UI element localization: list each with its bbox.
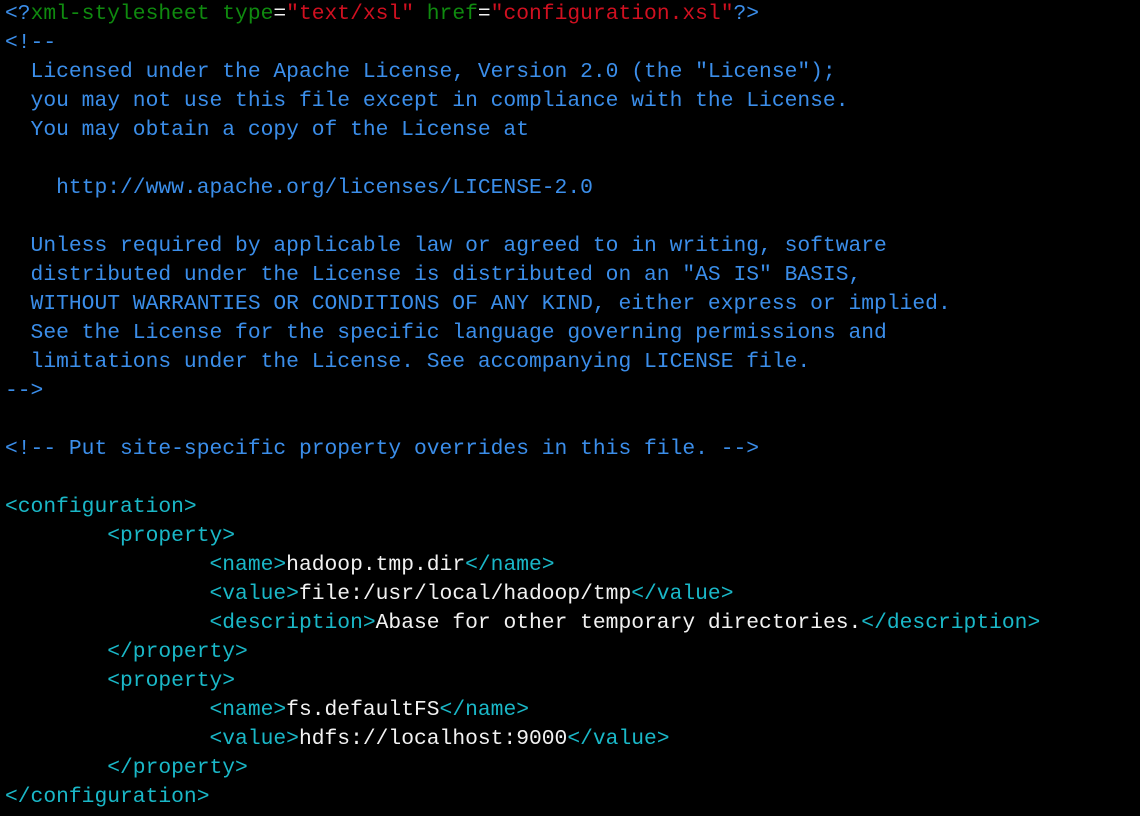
code-line: <?xml-stylesheet type="text/xsl" href="c… xyxy=(5,0,1140,29)
code-token-comment: You may obtain a copy of the License at xyxy=(5,118,529,142)
code-line: <property> xyxy=(5,522,1140,551)
code-line: <name>hadoop.tmp.dir</name> xyxy=(5,551,1140,580)
code-token-comment: <? xyxy=(5,2,31,26)
code-line: Unless required by applicable law or agr… xyxy=(5,232,1140,261)
code-token-tag: </description> xyxy=(861,611,1041,635)
code-line: <configuration> xyxy=(5,493,1140,522)
code-line: distributed under the License is distrib… xyxy=(5,261,1140,290)
code-line: </property> xyxy=(5,754,1140,783)
code-token-text: = xyxy=(273,2,287,26)
code-line: you may not use this file except in comp… xyxy=(5,87,1140,116)
code-line: <!-- xyxy=(5,29,1140,58)
code-token-tag: <name> xyxy=(5,698,287,722)
code-line: <property> xyxy=(5,667,1140,696)
code-token-comment: <!-- xyxy=(5,31,57,55)
code-token-pi: xml-stylesheet type xyxy=(30,2,274,26)
code-token-comment: WITHOUT WARRANTIES OR CONDITIONS OF ANY … xyxy=(5,292,951,316)
code-token-comment: <!-- Put site-specific property override… xyxy=(5,437,760,461)
code-token-text: hdfs://localhost:9000 xyxy=(298,727,568,751)
code-token-comment: Licensed under the Apache License, Versi… xyxy=(5,60,836,84)
code-token-comment: ?> xyxy=(733,2,760,26)
code-token-comment: http://www.apache.org/licenses/LICENSE-2… xyxy=(5,176,593,200)
code-token-comment: limitations under the License. See accom… xyxy=(5,350,811,374)
code-token-tag: </name> xyxy=(465,553,555,577)
code-token-tag: <value> xyxy=(5,727,299,751)
code-token-tag: </property> xyxy=(5,756,248,780)
code-token-tag: </configuration> xyxy=(5,785,210,809)
code-line: http://www.apache.org/licenses/LICENSE-2… xyxy=(5,174,1140,203)
code-token-comment: --> xyxy=(5,379,44,403)
code-token-pi: href xyxy=(413,2,478,26)
code-token-comment: you may not use this file except in comp… xyxy=(5,89,849,113)
code-line: <value>file:/usr/local/hadoop/tmp</value… xyxy=(5,580,1140,609)
code-token-tag: </value> xyxy=(567,727,670,751)
code-token-tag: <configuration> xyxy=(5,495,197,519)
code-line: See the License for the specific languag… xyxy=(5,319,1140,348)
code-line: </configuration> xyxy=(5,783,1140,812)
code-token-str: "configuration.xsl" xyxy=(490,2,734,26)
code-token-tag: <value> xyxy=(5,582,299,606)
code-token-comment: Unless required by applicable law or agr… xyxy=(5,234,887,258)
code-token-tag: </property> xyxy=(5,640,248,664)
code-line: <name>fs.defaultFS</name> xyxy=(5,696,1140,725)
code-token-tag: <name> xyxy=(5,553,287,577)
code-token-tag: <description> xyxy=(5,611,376,635)
code-token-text: hadoop.tmp.dir xyxy=(286,553,466,577)
code-token-text: fs.defaultFS xyxy=(286,698,440,722)
code-token-str: "text/xsl" xyxy=(286,2,414,26)
code-line: <description>Abase for other temporary d… xyxy=(5,609,1140,638)
code-line: WITHOUT WARRANTIES OR CONDITIONS OF ANY … xyxy=(5,290,1140,319)
code-token-tag: </name> xyxy=(439,698,530,722)
code-line: You may obtain a copy of the License at xyxy=(5,116,1140,145)
code-line: Licensed under the Apache License, Versi… xyxy=(5,58,1140,87)
code-line: </property> xyxy=(5,638,1140,667)
terminal-editor[interactable]: <?xml-stylesheet type="text/xsl" href="c… xyxy=(0,0,1140,812)
code-token-text: file:/usr/local/hadoop/tmp xyxy=(298,582,632,606)
code-line: <!-- Put site-specific property override… xyxy=(5,435,1140,464)
code-token-comment: See the License for the specific languag… xyxy=(5,321,887,345)
code-token-comment: distributed under the License is distrib… xyxy=(5,263,862,287)
code-token-text: = xyxy=(477,2,491,26)
code-token-tag: </value> xyxy=(631,582,734,606)
code-line: --> xyxy=(5,377,1140,406)
code-token-text: Abase for other temporary directories. xyxy=(375,611,862,635)
code-token-tag: <property> xyxy=(5,669,236,693)
code-line: <value>hdfs://localhost:9000</value> xyxy=(5,725,1140,754)
code-token-tag: <property> xyxy=(5,524,236,548)
code-line: limitations under the License. See accom… xyxy=(5,348,1140,377)
